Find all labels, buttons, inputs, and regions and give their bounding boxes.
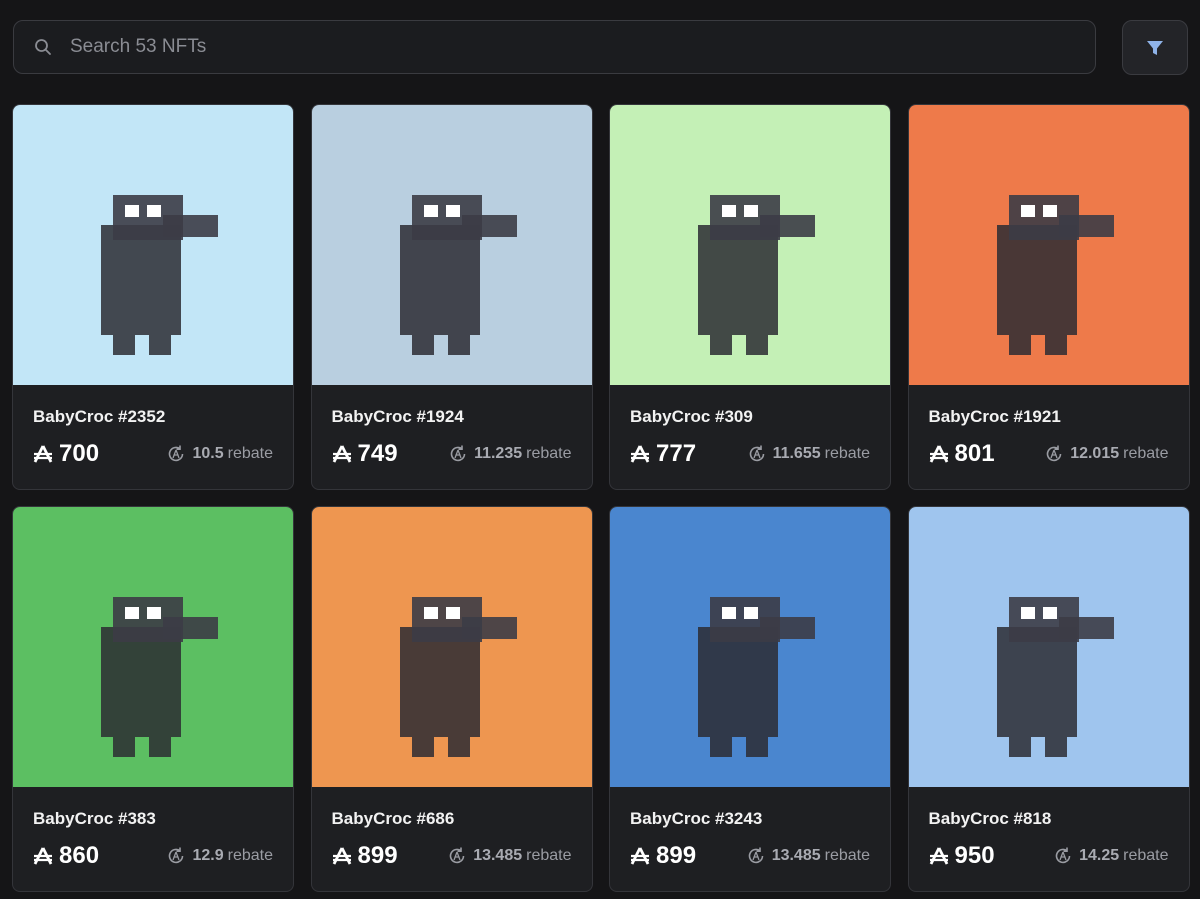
nft-image [908, 507, 1189, 787]
nft-card[interactable]: BabyCroc #1921 801 12.015 rebate [907, 104, 1190, 490]
price-value: 801 [954, 440, 995, 467]
nft-image [311, 105, 592, 385]
filter-button[interactable] [1122, 20, 1188, 75]
aptos-icon [630, 846, 650, 866]
search-icon [34, 38, 52, 56]
nft-name: BabyCroc #309 [630, 407, 753, 426]
nft-image [610, 507, 890, 787]
search-bar [13, 20, 1096, 74]
rebate-value: 11.235 [474, 445, 523, 462]
nft-rebate: 11.655 rebate [747, 444, 870, 464]
rebate-icon [1053, 846, 1073, 866]
rebate-icon [166, 846, 186, 866]
search-input[interactable] [68, 20, 1095, 74]
nft-card[interactable]: BabyCroc #3243 899 13.485 rebate [609, 506, 891, 892]
nft-image [13, 507, 293, 787]
nft-name: BabyCroc #3243 [630, 809, 763, 828]
rebate-value: 13.485 [473, 847, 523, 864]
nft-card[interactable]: BabyCroc #2352 700 10.5 rebate [12, 104, 294, 490]
rebate-icon [448, 444, 468, 464]
price-value: 777 [656, 440, 697, 467]
nft-name: BabyCroc #1921 [928, 407, 1061, 426]
rebate-label: rebate [824, 445, 870, 462]
aptos-icon [929, 444, 949, 464]
nft-rebate: 13.485 rebate [746, 846, 870, 866]
rebate-label: rebate [227, 445, 273, 462]
nft-image [908, 105, 1189, 385]
price-value: 899 [357, 842, 398, 869]
nft-price: 899 [332, 842, 398, 870]
aptos-icon [630, 444, 650, 464]
nft-name: BabyCroc #1924 [331, 407, 464, 426]
nft-price: 899 [630, 842, 696, 870]
nft-card[interactable]: BabyCroc #383 860 12.9 rebate [12, 506, 294, 892]
rebate-label: rebate [227, 847, 273, 864]
rebate-icon [1044, 444, 1064, 464]
rebate-value: 12.015 [1070, 445, 1120, 462]
nft-rebate: 14.25 rebate [1053, 846, 1169, 866]
rebate-label: rebate [526, 847, 572, 864]
nft-card[interactable]: BabyCroc #686 899 13.485 rebate [310, 506, 593, 892]
nft-name: BabyCroc #383 [33, 809, 156, 828]
price-value: 700 [59, 440, 100, 467]
rebate-label: rebate [1123, 847, 1169, 864]
rebate-icon [747, 444, 767, 464]
rebate-icon [166, 444, 186, 464]
rebate-value: 12.9 [192, 847, 224, 864]
nft-price: 749 [332, 440, 398, 468]
nft-grid: BabyCroc #2352 700 10.5 rebate BabyCroc … [12, 104, 1190, 892]
nft-name: BabyCroc #686 [331, 809, 455, 828]
nft-image [311, 507, 592, 787]
aptos-icon [33, 846, 53, 866]
nft-rebate: 12.015 rebate [1044, 444, 1169, 464]
rebate-label: rebate [526, 445, 572, 462]
nft-rebate: 11.235 rebate [448, 444, 572, 464]
rebate-value: 11.655 [772, 445, 821, 462]
aptos-icon [33, 444, 53, 464]
price-value: 860 [59, 842, 100, 869]
aptos-icon [332, 846, 352, 866]
nft-image [610, 105, 890, 385]
nft-rebate: 10.5 rebate [166, 444, 273, 464]
rebate-label: rebate [1123, 445, 1169, 462]
filter-icon [1145, 38, 1165, 58]
rebate-value: 13.485 [771, 847, 821, 864]
nft-price: 950 [929, 842, 995, 870]
nft-price: 860 [33, 842, 99, 870]
nft-card[interactable]: BabyCroc #818 950 14.25 rebate [907, 506, 1190, 892]
rebate-value: 14.25 [1079, 847, 1120, 864]
nft-name: BabyCroc #2352 [33, 407, 166, 426]
rebate-value: 10.5 [192, 445, 224, 462]
price-value: 899 [656, 842, 697, 869]
rebate-icon [746, 846, 766, 866]
price-value: 950 [954, 842, 995, 869]
rebate-icon [447, 846, 467, 866]
rebate-label: rebate [824, 847, 870, 864]
nft-image [13, 105, 293, 385]
nft-rebate: 13.485 rebate [447, 846, 572, 866]
nft-price: 700 [33, 440, 99, 468]
nft-rebate: 12.9 rebate [166, 846, 273, 866]
nft-price: 777 [630, 440, 696, 468]
nft-name: BabyCroc #818 [928, 809, 1052, 828]
aptos-icon [929, 846, 949, 866]
nft-card[interactable]: BabyCroc #1924 749 11.235 rebate [310, 104, 593, 490]
price-value: 749 [357, 440, 398, 467]
aptos-icon [332, 444, 352, 464]
nft-price: 801 [929, 440, 995, 468]
nft-card[interactable]: BabyCroc #309 777 11.655 rebate [609, 104, 891, 490]
